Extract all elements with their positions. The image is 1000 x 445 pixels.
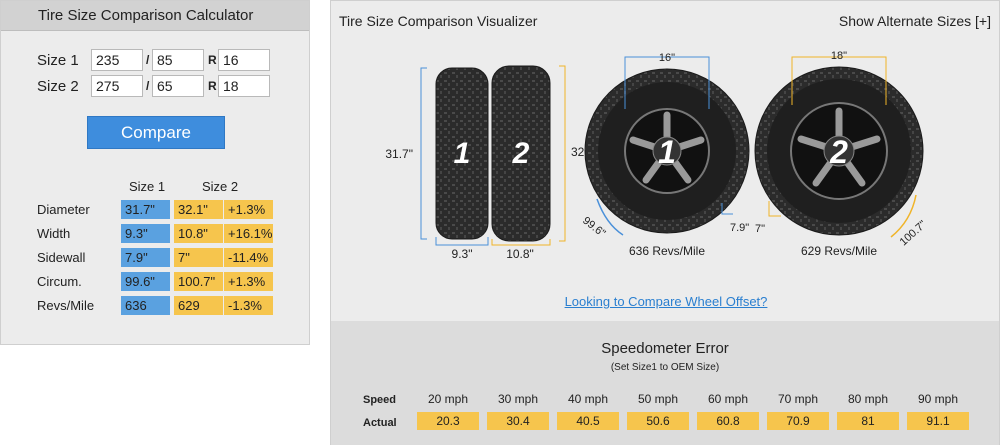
- speed-value: 30 mph: [497, 392, 539, 406]
- wheel1-number: 1: [658, 134, 676, 170]
- speed-value: 40 mph: [567, 392, 609, 406]
- actual-speed-value: 20.3: [417, 412, 479, 430]
- result-row-label: Circum.: [37, 274, 82, 289]
- actual-speed-value: 70.9: [767, 412, 829, 430]
- difference-value: +1.3%: [224, 200, 273, 219]
- result-row-label: Revs/Mile: [37, 298, 95, 313]
- circ1-label: 99.6": [580, 215, 607, 240]
- calculator-title: Tire Size Comparison Calculator: [1, 1, 309, 31]
- tire1-width-label: 9.3": [452, 247, 473, 261]
- size1-value: 99.6": [121, 272, 170, 291]
- result-row: Width 9.3" 10.8" +16.1%: [37, 224, 277, 243]
- size1-rim-input[interactable]: [218, 49, 270, 71]
- size2-value: 32.1": [174, 200, 223, 219]
- compare-button[interactable]: Compare: [87, 116, 225, 149]
- size2-rim-sep: R: [208, 79, 217, 93]
- size2-rim-input[interactable]: [218, 75, 270, 97]
- visualizer-title: Tire Size Comparison Visualizer: [339, 13, 538, 29]
- difference-value: -1.3%: [224, 296, 273, 315]
- size1-ratio-input[interactable]: [152, 49, 204, 71]
- actual-speed-value: 81: [837, 412, 899, 430]
- speedometer-subtitle: (Set Size1 to OEM Size): [610, 362, 720, 373]
- result-row: Sidewall 7.9" 7" -11.4%: [37, 248, 277, 267]
- tire1-height-label: 31.7": [385, 147, 413, 161]
- result-row-label: Diameter: [37, 202, 90, 217]
- revs1-label: 636 Revs/Mile: [629, 244, 705, 258]
- result-row-label: Width: [37, 226, 71, 241]
- size2-value: 7": [174, 248, 223, 267]
- size1-rim-sep: R: [208, 53, 217, 67]
- speedometer-title: Speedometer Error: [601, 340, 729, 357]
- result-row-label: Sidewall: [37, 250, 86, 265]
- speed-value: 90 mph: [917, 392, 959, 406]
- result-row: Circum. 99.6" 100.7" +1.3%: [37, 272, 277, 291]
- size2-slash: /: [146, 79, 150, 93]
- tire2-width-label: 10.8": [506, 247, 534, 261]
- circ2-label: 100.7": [898, 218, 929, 248]
- sidewall2-label: 7": [755, 223, 765, 235]
- tire1-side-view: 1: [584, 68, 750, 234]
- tire2-height-bracket: [559, 65, 566, 242]
- speed-value: 20 mph: [427, 392, 469, 406]
- speed-value: 50 mph: [637, 392, 679, 406]
- difference-value: -11.4%: [224, 248, 273, 267]
- column-header-size1: Size 1: [129, 179, 166, 194]
- actual-speed-value: 91.1: [907, 412, 969, 430]
- column-header-size2: Size 2: [202, 179, 239, 194]
- size1-value: 636: [121, 296, 170, 315]
- rim2-label: 18": [831, 50, 847, 62]
- size1-width-input[interactable]: [91, 49, 143, 71]
- actual-row-label: Actual: [363, 417, 397, 429]
- rim1-label: 16": [659, 52, 675, 64]
- tire2-side-view: 2: [754, 66, 924, 236]
- difference-value: +1.3%: [224, 272, 273, 291]
- tire-visualization: 1 2 31.7" 32.1" 9.3" 10.8": [385, 50, 929, 261]
- size2-label: Size 2: [37, 78, 79, 95]
- size1-label: Size 1: [37, 52, 79, 69]
- actual-speed-value: 60.8: [697, 412, 759, 430]
- difference-value: +16.1%: [224, 224, 273, 243]
- result-row: Revs/Mile 636 629 -1.3%: [37, 296, 277, 315]
- tire1-height-bracket: [420, 67, 427, 240]
- speedometer-error-section: Speedometer Error (Set Size1 to OEM Size…: [331, 321, 999, 445]
- size1-value: 31.7": [121, 200, 170, 219]
- actual-speed-value: 30.4: [487, 412, 549, 430]
- speed-value: 80 mph: [847, 392, 889, 406]
- tire2-number: 2: [512, 137, 530, 170]
- result-row: Diameter 31.7" 32.1" +1.3%: [37, 200, 277, 219]
- sidewall1-label: 7.9": [730, 222, 749, 234]
- actual-speed-value: 40.5: [557, 412, 619, 430]
- actual-speed-value: 50.6: [627, 412, 689, 430]
- size2-value: 10.8": [174, 224, 223, 243]
- size2-value: 629: [174, 296, 223, 315]
- calculator-panel: Tire Size Comparison Calculator Size 1 /…: [0, 0, 310, 345]
- compare-wheel-offset-link[interactable]: Looking to Compare Wheel Offset?: [331, 294, 1000, 309]
- tire2-front-view: 2: [491, 65, 551, 242]
- revs2-label: 629 Revs/Mile: [801, 244, 877, 258]
- size1-slash: /: [146, 53, 150, 67]
- speed-value: 60 mph: [707, 392, 749, 406]
- size2-value: 100.7": [174, 272, 223, 291]
- tire1-front-view: 1: [435, 67, 489, 240]
- size2-ratio-input[interactable]: [152, 75, 204, 97]
- wheel2-number: 2: [829, 134, 848, 170]
- show-alternate-sizes-link[interactable]: Show Alternate Sizes [+]: [839, 13, 991, 29]
- speed-row-label: Speed: [363, 394, 397, 406]
- tire1-number: 1: [454, 137, 471, 170]
- speed-value: 70 mph: [777, 392, 819, 406]
- size1-value: 7.9": [121, 248, 170, 267]
- size2-width-input[interactable]: [91, 75, 143, 97]
- size1-value: 9.3": [121, 224, 170, 243]
- visualizer-panel: Tire Size Comparison Visualizer Show Alt…: [330, 0, 1000, 445]
